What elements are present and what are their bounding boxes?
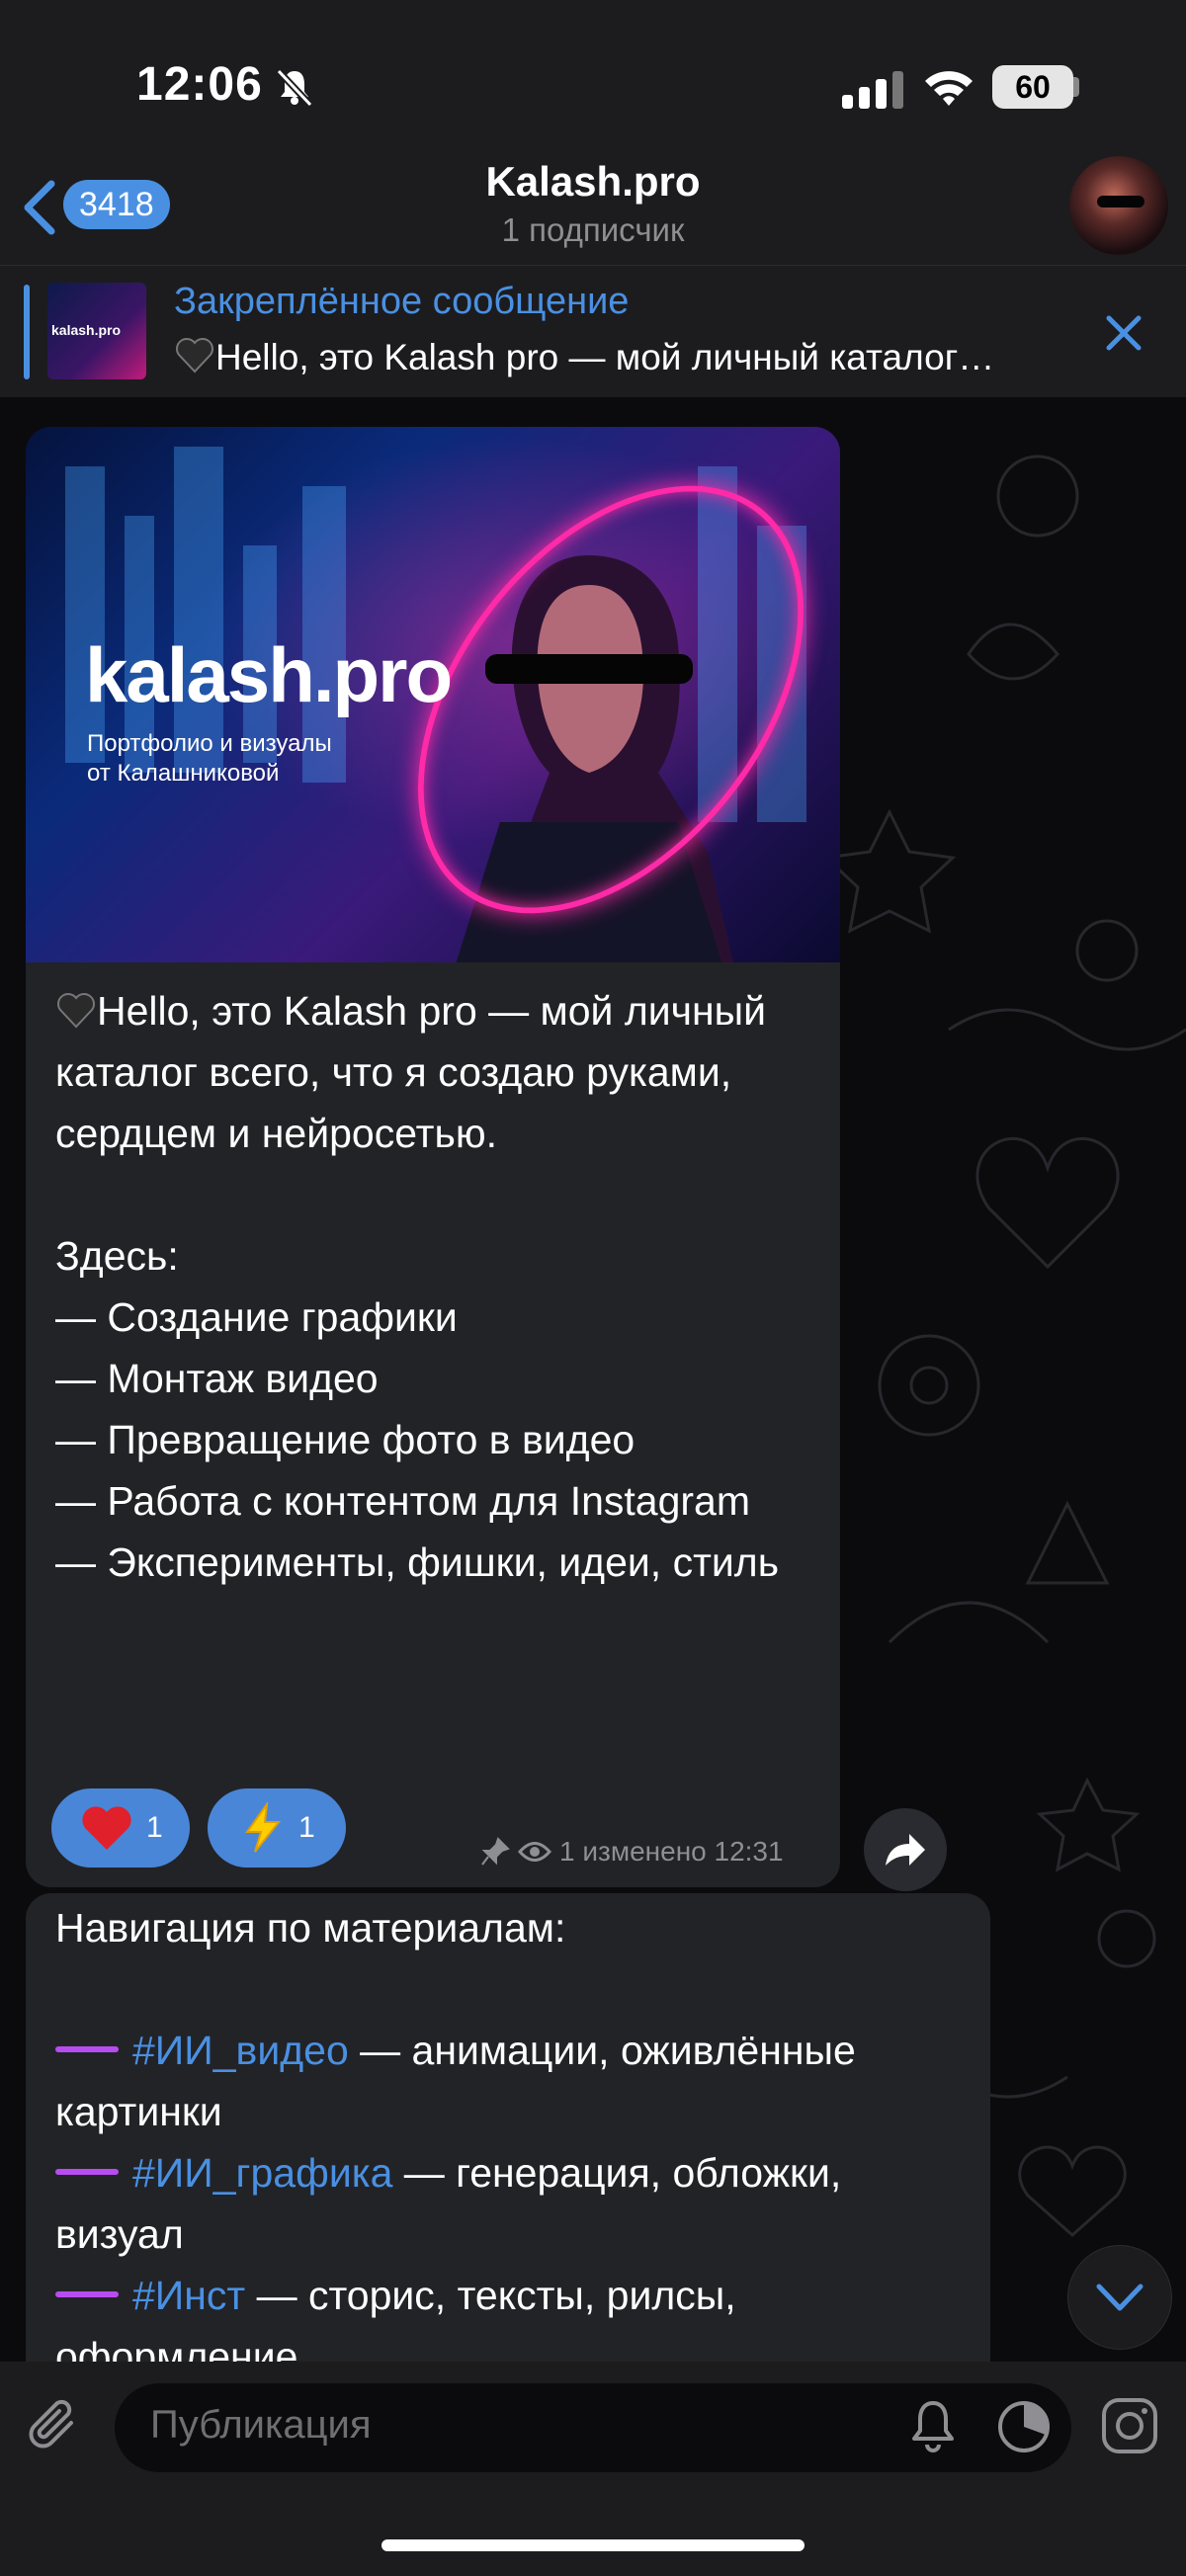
pinned-indicator xyxy=(24,285,30,379)
purple-dash xyxy=(55,2169,119,2175)
purple-dash xyxy=(55,2046,119,2052)
battery-indicator: 60 xyxy=(992,65,1073,109)
silent-timer-icon[interactable] xyxy=(994,2397,1054,2456)
reaction-count: 1 xyxy=(298,1811,315,1844)
hashtag-link[interactable]: #Инст xyxy=(132,2273,245,2318)
wifi-icon xyxy=(925,71,973,106)
nav-entry-cont: визуал xyxy=(55,2211,184,2257)
scroll-down-button[interactable] xyxy=(1067,2245,1172,2350)
nav-entry: #ИИ_видео — анимации, оживлённые xyxy=(55,2020,984,2081)
image-subtitle-line1: Портфолио и визуалы xyxy=(87,730,332,757)
pinned-label: Закреплённое сообщение xyxy=(174,281,630,322)
image-subtitle: Портфолио и визуалы от Калашниковой xyxy=(87,729,332,789)
list-item: — Монтаж видео xyxy=(55,1356,379,1401)
chevron-down-icon xyxy=(1096,2284,1144,2311)
nav-entry-text: — анимации, оживлённые xyxy=(348,2028,856,2073)
hashtag-link[interactable]: #ИИ_видео xyxy=(132,2028,349,2073)
message-here: Здесь: xyxy=(55,1233,179,1279)
status-time: 12:06 xyxy=(136,58,263,111)
muted-bell-icon xyxy=(276,68,313,108)
cellular-signal-icon xyxy=(842,71,903,109)
views-eye-icon xyxy=(518,1842,551,1862)
nav-entry-text: — генерация, обложки, xyxy=(392,2150,842,2196)
attach-icon[interactable] xyxy=(26,2395,87,2456)
message-meta: 1 изменено 12:31 xyxy=(480,1836,784,1868)
pinned-text-content: Hello, это Kalash pro — мой личный катал… xyxy=(215,337,995,377)
channel-title[interactable]: Kalash.pro xyxy=(0,158,1186,206)
nav-entry-text: — сторис, тексты, рилсы, xyxy=(245,2273,736,2318)
black-heart-icon xyxy=(57,993,95,1029)
channel-subscribers: 1 подписчик xyxy=(501,211,685,248)
hashtag-link[interactable]: #ИИ_графика xyxy=(132,2150,392,2196)
share-button[interactable] xyxy=(864,1808,947,1891)
black-heart-icon xyxy=(176,338,213,374)
pinned-text: Hello, это Kalash pro — мой личный катал… xyxy=(174,334,994,378)
input-placeholder: Публикация xyxy=(150,2403,372,2447)
home-indicator xyxy=(381,2539,805,2551)
reaction-lightning[interactable]: 1 xyxy=(208,1788,346,1868)
navigation-text: Навигация по материалам: #ИИ_видео — ани… xyxy=(55,1897,984,2387)
image-brand-text: kalash.pro xyxy=(85,631,453,718)
message-intro: Hello, это Kalash pro — мой личный катал… xyxy=(55,988,767,1156)
battery-tip xyxy=(1073,77,1079,97)
reaction-count: 1 xyxy=(146,1811,163,1844)
nav-entry: #Инст — сторис, тексты, рилсы, xyxy=(55,2265,984,2326)
instagram-icon[interactable] xyxy=(1099,2395,1160,2456)
list-item: — Создание графики xyxy=(55,1294,458,1340)
pin-icon xyxy=(481,1837,510,1866)
message-paragraph: Hello, это Kalash pro — мой личный катал… xyxy=(55,980,806,1164)
red-heart-icon xyxy=(82,1806,131,1850)
notification-bell-icon[interactable] xyxy=(907,2397,959,2456)
reaction-heart[interactable]: 1 xyxy=(51,1788,190,1868)
meta-text: 1 изменено 12:31 xyxy=(559,1836,784,1867)
nav-entry-cont: картинки xyxy=(55,2089,222,2134)
list-item: — Работа с контентом для Instagram xyxy=(55,1478,751,1524)
list-item: — Эксперименты, фишки, идеи, стиль xyxy=(55,1539,780,1585)
post-image[interactable]: kalash.pro Портфолио и визуалы от Калашн… xyxy=(26,427,840,962)
channel-avatar[interactable] xyxy=(1069,156,1168,255)
list-item: — Превращение фото в видео xyxy=(55,1417,635,1462)
close-icon[interactable] xyxy=(1101,310,1146,356)
message-text: Hello, это Kalash pro — мой личный катал… xyxy=(55,980,806,1593)
purple-dash xyxy=(55,2291,119,2297)
share-arrow-icon xyxy=(886,1834,925,1866)
pinned-thumbnail: kalash.pro xyxy=(47,283,146,379)
lightning-icon xyxy=(245,1802,282,1853)
navigation-heading: Навигация по материалам: xyxy=(55,1905,566,1951)
image-subtitle-line2: от Калашниковой xyxy=(87,760,280,787)
nav-entry: #ИИ_графика — генерация, обложки, xyxy=(55,2142,984,2203)
pinned-thumbnail-text: kalash.pro xyxy=(51,322,122,338)
